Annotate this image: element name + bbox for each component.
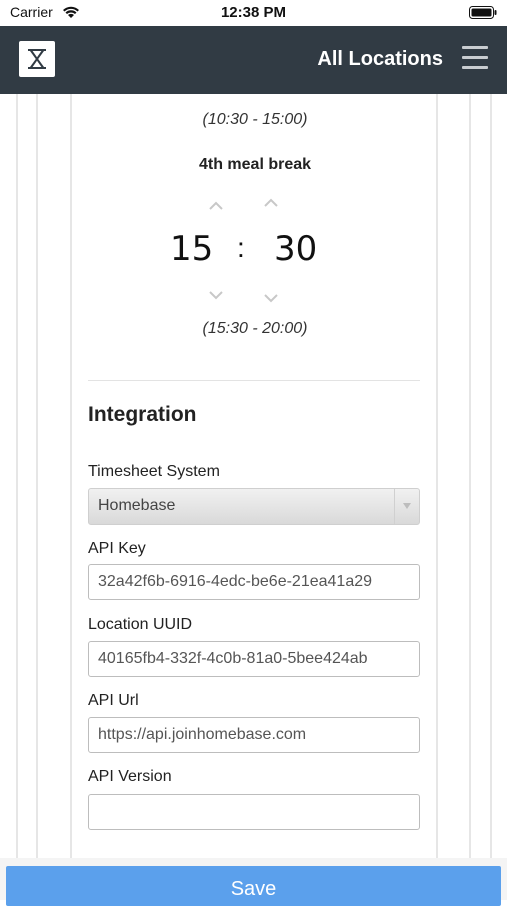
hour-up-chevron-icon[interactable] xyxy=(208,201,224,211)
location-uuid-label: Location UUID xyxy=(88,616,193,633)
hour-down-chevron-icon[interactable] xyxy=(208,290,224,300)
api-url-input[interactable]: https://api.joinhomebase.com xyxy=(88,717,420,753)
api-key-label: API Key xyxy=(88,540,146,557)
break-title: 4th meal break xyxy=(198,156,312,173)
api-url-value: https://api.joinhomebase.com xyxy=(98,726,307,743)
integration-heading: Integration xyxy=(88,403,197,426)
api-version-input[interactable] xyxy=(88,794,420,830)
frame-line xyxy=(490,94,492,860)
frame-line xyxy=(16,94,18,860)
hamburger-menu-icon[interactable] xyxy=(462,46,488,70)
app-logo[interactable] xyxy=(19,41,55,77)
select-arrow xyxy=(394,489,419,524)
frame-line xyxy=(36,94,38,860)
frame-line xyxy=(469,94,471,860)
timesheet-system-value: Homebase xyxy=(98,497,176,514)
minute-down-chevron-icon[interactable] xyxy=(263,293,279,303)
api-key-input[interactable]: 32a42f6b-6916-4edc-be6e-21ea41a29 xyxy=(88,564,420,600)
api-url-label: API Url xyxy=(88,692,139,709)
previous-break-range: (10:30 - 15:00) xyxy=(202,111,308,128)
section-divider xyxy=(88,380,420,381)
frame-line xyxy=(70,94,72,860)
location-selector[interactable]: All Locations xyxy=(317,48,443,71)
time-separator: : xyxy=(237,232,245,263)
api-key-value: 32a42f6b-6916-4edc-be6e-21ea41a29 xyxy=(98,573,373,590)
api-version-label: API Version xyxy=(88,768,172,785)
timesheet-system-select[interactable]: Homebase xyxy=(88,488,420,525)
location-uuid-input[interactable]: 40165fb4-332f-4c0b-81a0-5bee424ab xyxy=(88,641,420,677)
minute-up-chevron-icon[interactable] xyxy=(263,198,279,208)
location-uuid-value: 40165fb4-332f-4c0b-81a0-5bee424ab xyxy=(98,650,368,667)
status-time: 12:38 PM xyxy=(220,4,287,21)
frame-line xyxy=(436,94,438,860)
timesheet-system-label: Timesheet System xyxy=(88,463,220,480)
status-bar: Carrier 12:38 PM xyxy=(0,0,507,26)
break-range: (15:30 - 20:00) xyxy=(202,320,308,337)
hour-value[interactable]: 15 xyxy=(170,229,213,269)
minute-value[interactable]: 30 xyxy=(274,229,317,269)
caret-down-icon xyxy=(403,503,411,509)
save-button[interactable]: Save xyxy=(6,866,501,906)
save-label: Save xyxy=(230,878,277,900)
hourglass-icon xyxy=(28,49,46,69)
navbar: All Locations xyxy=(0,26,507,94)
battery-icon xyxy=(469,6,497,19)
